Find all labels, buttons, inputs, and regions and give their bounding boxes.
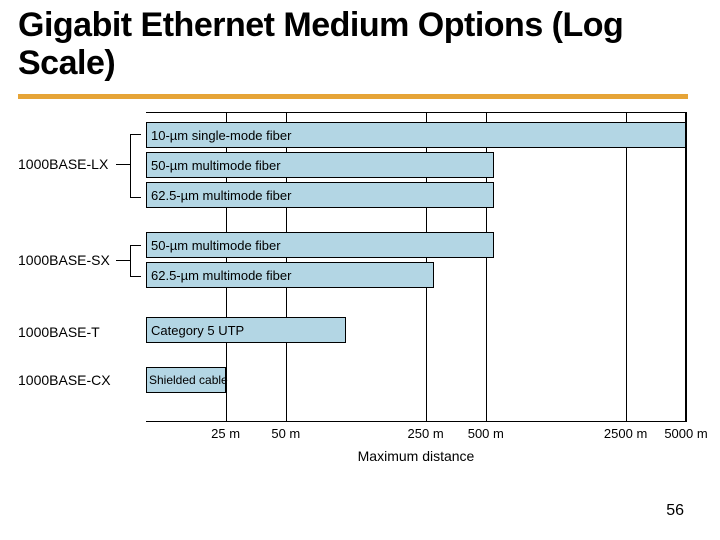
chart-container: 1000BASE-LX 1000BASE-SX 1000BASE-T 1000B… bbox=[18, 112, 698, 464]
y-label-lx: 1000BASE-LX bbox=[18, 156, 130, 172]
x-tick-25: 25 m bbox=[211, 426, 240, 441]
x-tick-250: 250 m bbox=[408, 426, 444, 441]
page-number: 56 bbox=[666, 502, 684, 520]
bracket-lead-sx bbox=[116, 260, 130, 261]
x-axis-label: Maximum distance bbox=[146, 448, 686, 464]
x-tick-50: 50 m bbox=[271, 426, 300, 441]
bracket-sx bbox=[130, 245, 131, 277]
page-title: Gigabit Ethernet Medium Options (Log Sca… bbox=[18, 6, 698, 83]
title-rule bbox=[18, 94, 688, 99]
bracket-lx bbox=[130, 134, 131, 198]
plot-area: 10-µm single-mode fiber 50-µm multimode … bbox=[146, 112, 686, 422]
x-tick-500: 500 m bbox=[468, 426, 504, 441]
y-label-t: 1000BASE-T bbox=[18, 324, 130, 340]
x-tick-2500: 2500 m bbox=[604, 426, 647, 441]
bracket-lead-lx bbox=[116, 164, 130, 165]
y-label-sx: 1000BASE-SX bbox=[18, 252, 130, 268]
grid-5000 bbox=[686, 112, 687, 422]
y-label-cx: 1000BASE-CX bbox=[18, 372, 130, 388]
x-tick-5000: 5000 m bbox=[664, 426, 707, 441]
plot-border bbox=[146, 112, 686, 422]
